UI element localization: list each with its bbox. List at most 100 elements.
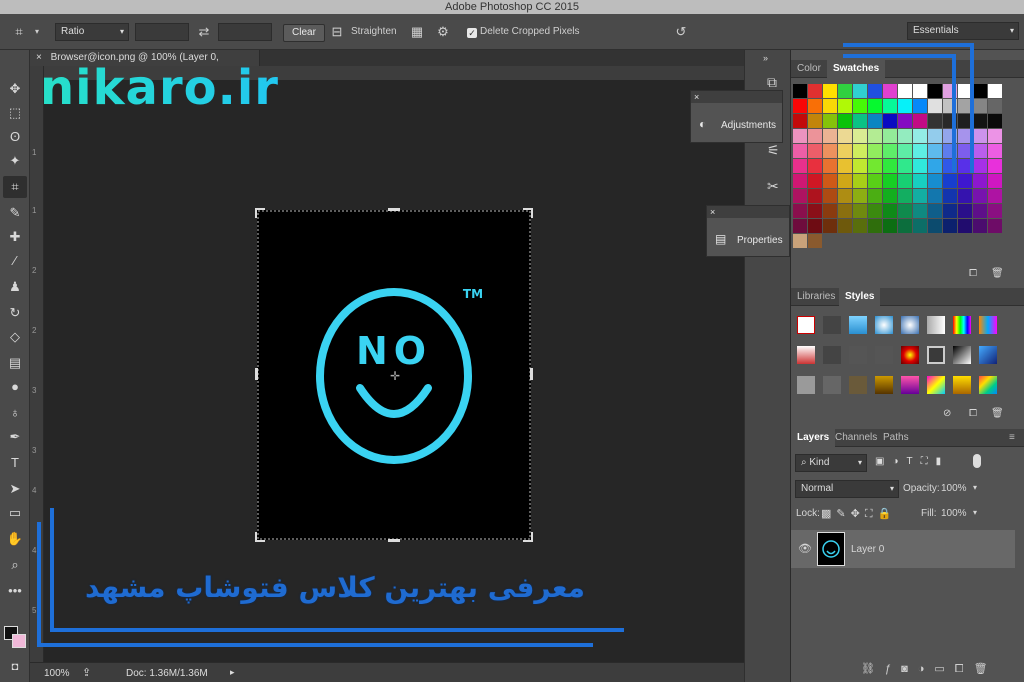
swatch[interactable]: [973, 99, 987, 113]
quick-mask-icon[interactable]: ◘: [3, 656, 27, 678]
swatch[interactable]: [958, 204, 972, 218]
swatch[interactable]: [838, 129, 852, 143]
swatch[interactable]: [913, 189, 927, 203]
swatch[interactable]: [793, 144, 807, 158]
share-icon[interactable]: ⇪: [82, 666, 91, 679]
tab-swatches[interactable]: Swatches: [827, 60, 886, 78]
rectangle-tool-icon[interactable]: ▭: [3, 502, 27, 524]
ratio-select[interactable]: Ratio ▾: [55, 23, 129, 41]
style-swatch[interactable]: [953, 376, 971, 394]
swatch[interactable]: [898, 84, 912, 98]
lock-icons[interactable]: ▩✎✥⛶🔒: [821, 507, 896, 521]
style-swatch[interactable]: [927, 346, 945, 364]
swatch[interactable]: [838, 189, 852, 203]
new-swatch-icon[interactable]: ⧠: [969, 268, 977, 279]
layer-filter-icons[interactable]: ▣◑T⛶▮: [875, 456, 949, 467]
swatch[interactable]: [883, 129, 897, 143]
swatch[interactable]: [943, 204, 957, 218]
swatch[interactable]: [928, 159, 942, 173]
swatch[interactable]: [958, 189, 972, 203]
swatch[interactable]: [898, 114, 912, 128]
swatch[interactable]: [808, 204, 822, 218]
swatch[interactable]: [928, 174, 942, 188]
tab-styles[interactable]: Styles: [839, 288, 881, 306]
reset-icon[interactable]: ↺: [672, 23, 690, 41]
crop-tool-icon[interactable]: ⌗: [3, 176, 27, 198]
delete-cropped-checkbox[interactable]: ✓: [467, 28, 477, 38]
trash-icon[interactable]: 🗑: [991, 268, 1004, 279]
swatch[interactable]: [793, 219, 807, 233]
swatch[interactable]: [883, 159, 897, 173]
swatch[interactable]: [883, 219, 897, 233]
swatch[interactable]: [868, 144, 882, 158]
clear-style-icon[interactable]: ⊘: [943, 408, 951, 419]
swatch[interactable]: [868, 159, 882, 173]
swatch[interactable]: [928, 114, 942, 128]
swatch[interactable]: [853, 189, 867, 203]
style-swatch[interactable]: [953, 346, 971, 364]
crop-handle-left[interactable]: [255, 368, 258, 380]
style-swatch[interactable]: [849, 376, 867, 394]
style-swatch[interactable]: [901, 376, 919, 394]
history-brush-tool-icon[interactable]: ↻: [3, 302, 27, 324]
swatch[interactable]: [958, 174, 972, 188]
swatch[interactable]: [913, 99, 927, 113]
swatch[interactable]: [853, 144, 867, 158]
crop-handle-top-left[interactable]: [255, 208, 265, 218]
swatch[interactable]: [883, 174, 897, 188]
swatch[interactable]: [823, 144, 837, 158]
swatch[interactable]: [913, 204, 927, 218]
blur-tool-icon[interactable]: ●: [3, 376, 27, 398]
zoom-level[interactable]: 100%: [44, 668, 70, 679]
swatch[interactable]: [853, 114, 867, 128]
straighten-icon[interactable]: ⊟: [328, 23, 346, 41]
swatch[interactable]: [793, 234, 807, 248]
crop-handle-bottom-left[interactable]: [255, 532, 265, 542]
more-tools-icon[interactable]: •••: [3, 580, 27, 602]
crop-handle-bottom[interactable]: [388, 539, 400, 542]
tab-color[interactable]: Color: [791, 60, 827, 78]
pen-tool-icon[interactable]: ✒: [3, 426, 27, 448]
swatch[interactable]: [823, 84, 837, 98]
swatch[interactable]: [853, 99, 867, 113]
swatch[interactable]: [793, 129, 807, 143]
path-selection-tool-icon[interactable]: ➤: [3, 478, 27, 500]
swatch[interactable]: [823, 99, 837, 113]
style-swatch[interactable]: [953, 316, 971, 334]
collapse-icon[interactable]: »: [763, 53, 768, 63]
dodge-tool-icon[interactable]: ♁: [3, 402, 27, 424]
swatch[interactable]: [823, 219, 837, 233]
style-swatch[interactable]: [797, 316, 815, 334]
chevron-down-icon[interactable]: ▾: [973, 508, 977, 517]
swatch[interactable]: [868, 129, 882, 143]
swatch[interactable]: [883, 144, 897, 158]
swatch[interactable]: [973, 144, 987, 158]
styles-grid[interactable]: [791, 312, 1024, 402]
swatch[interactable]: [838, 84, 852, 98]
swatch[interactable]: [928, 129, 942, 143]
layer-filter-select[interactable]: ⌕ Kind ▾: [795, 454, 867, 472]
gradient-tool-icon[interactable]: ▤: [3, 352, 27, 374]
swatch[interactable]: [793, 114, 807, 128]
swatch[interactable]: [898, 159, 912, 173]
swatch[interactable]: [868, 189, 882, 203]
swatch[interactable]: [988, 159, 1002, 173]
swatch[interactable]: [853, 84, 867, 98]
swatch[interactable]: [868, 84, 882, 98]
close-icon[interactable]: ×: [707, 206, 789, 218]
layers-footer-icons[interactable]: ⛓ƒ◙◑▭⧠🗑: [861, 662, 998, 676]
swatch[interactable]: [868, 114, 882, 128]
chevron-down-icon[interactable]: ▾: [973, 483, 977, 492]
swatch[interactable]: [808, 129, 822, 143]
swatch[interactable]: [793, 159, 807, 173]
swatch[interactable]: [868, 174, 882, 188]
swatch[interactable]: [808, 219, 822, 233]
adjustments-panel[interactable]: × ◐ Adjustments: [690, 90, 783, 143]
swatch[interactable]: [853, 129, 867, 143]
style-swatch[interactable]: [979, 346, 997, 364]
swatches-grid[interactable]: [791, 80, 1024, 266]
type-tool-icon[interactable]: T: [3, 452, 27, 474]
swatch[interactable]: [883, 189, 897, 203]
swatch[interactable]: [943, 189, 957, 203]
crop-handle-top-right[interactable]: [523, 208, 533, 218]
